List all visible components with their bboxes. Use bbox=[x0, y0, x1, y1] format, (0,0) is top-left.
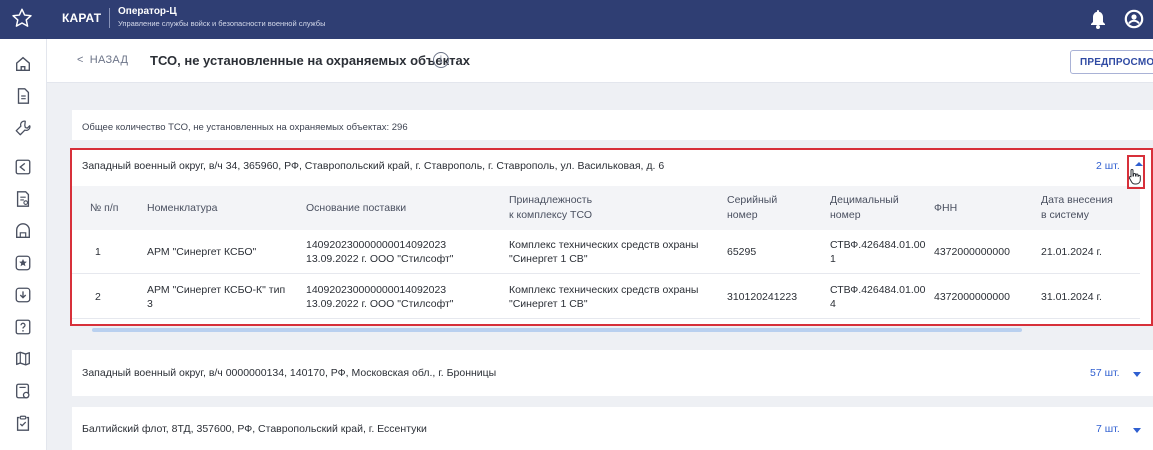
total-count-text: Общее количество ТСО, не установленных н… bbox=[82, 122, 408, 133]
dome-icon[interactable] bbox=[13, 221, 33, 241]
chevron-down-icon[interactable] bbox=[1133, 428, 1141, 433]
brand-label: КАРАТ bbox=[62, 11, 102, 25]
highlight-frame-button bbox=[1127, 155, 1145, 189]
topbar-divider bbox=[109, 8, 110, 28]
wrench-icon[interactable] bbox=[13, 118, 33, 138]
star-icon[interactable] bbox=[10, 6, 34, 30]
camera-icon[interactable] bbox=[13, 157, 33, 177]
back-button[interactable]: < НАЗАД bbox=[77, 54, 128, 66]
back-label: НАЗАД bbox=[89, 54, 129, 66]
operator-subtitle: Управление службы войск и безопасности в… bbox=[118, 19, 326, 28]
badge-icon[interactable] bbox=[13, 253, 33, 273]
page-header: < НАЗАД ТСО, не установленные на охраняем… bbox=[47, 39, 1153, 83]
chevron-down-icon[interactable] bbox=[1133, 372, 1141, 377]
info-icon[interactable]: i bbox=[433, 52, 449, 68]
group-count: 57 шт. bbox=[1090, 367, 1120, 379]
horizontal-scrollbar[interactable] bbox=[92, 328, 1022, 332]
download-icon[interactable] bbox=[13, 285, 33, 305]
highlight-frame bbox=[70, 148, 1153, 326]
bell-icon[interactable] bbox=[1090, 9, 1106, 29]
report-icon[interactable] bbox=[13, 189, 33, 209]
group-title[interactable]: Западный военный округ, в/ч 0000000134, … bbox=[82, 367, 496, 379]
settings-doc-icon[interactable] bbox=[13, 381, 33, 401]
user-icon[interactable] bbox=[1124, 9, 1146, 29]
page-title: ТСО, не установленные на охраняемых объе… bbox=[150, 53, 470, 68]
document-icon[interactable] bbox=[13, 86, 33, 106]
sidebar bbox=[0, 39, 47, 450]
help-icon[interactable] bbox=[13, 317, 33, 337]
group-title[interactable]: Балтийский флот, 8ТД, 357600, РФ, Ставро… bbox=[82, 423, 427, 435]
operator-title: Оператор-Ц bbox=[118, 6, 177, 17]
clipboard-icon[interactable] bbox=[13, 413, 33, 433]
group-count: 7 шт. bbox=[1096, 423, 1120, 435]
map-icon[interactable] bbox=[13, 349, 33, 369]
chevron-left-icon: < bbox=[77, 54, 84, 66]
home-icon[interactable] bbox=[13, 54, 33, 74]
preview-button[interactable]: ПРЕДПРОСМОТР bbox=[1070, 50, 1153, 74]
top-bar: КАРАТ Оператор-Ц Управление службы войск… bbox=[0, 0, 1153, 39]
